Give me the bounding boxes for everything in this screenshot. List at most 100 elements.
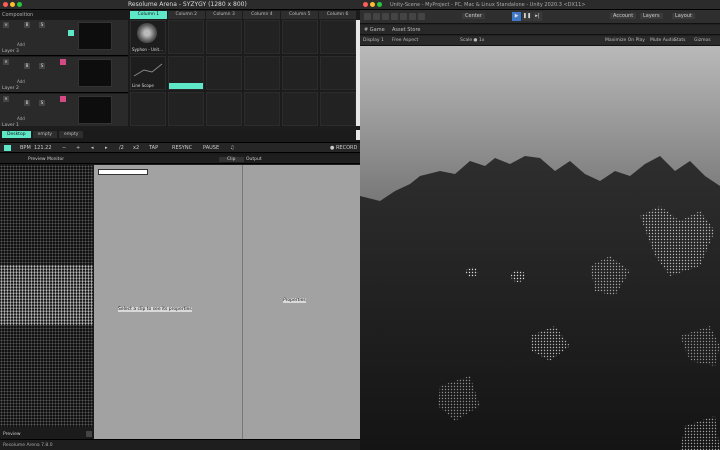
- layer-solo-button[interactable]: S: [39, 63, 45, 69]
- layer-clear-button[interactable]: ✕: [3, 22, 9, 28]
- gizmos-dropdown[interactable]: Gizmos: [694, 38, 711, 43]
- layer-add-label[interactable]: Add: [17, 42, 25, 47]
- clip-slot[interactable]: [282, 56, 318, 90]
- clip-name: Line Scope: [132, 83, 154, 88]
- panel-tabs: Preview Monitor Clip Output: [0, 155, 360, 164]
- play-icon[interactable]: ▶: [512, 12, 522, 21]
- layer-solo-button[interactable]: S: [39, 22, 45, 28]
- pause-icon[interactable]: ❚❚: [522, 12, 532, 21]
- composition-label[interactable]: Composition: [2, 12, 33, 18]
- close-window-button[interactable]: [3, 2, 8, 7]
- column-header-2[interactable]: Column 2: [167, 11, 205, 19]
- game-view[interactable]: [360, 46, 720, 450]
- layer-select-button[interactable]: [68, 30, 74, 36]
- account-dropdown[interactable]: Account: [610, 13, 637, 19]
- mute-audio-toggle[interactable]: Mute Audio: [650, 38, 676, 43]
- layer-name[interactable]: Layer 3: [2, 49, 19, 54]
- scale-tool-icon[interactable]: [391, 13, 398, 20]
- tab-clip[interactable]: Clip: [219, 157, 244, 162]
- layer-bypass-button[interactable]: B: [24, 63, 30, 69]
- move-tool-icon[interactable]: [373, 13, 380, 20]
- minimize-window-button[interactable]: [10, 2, 15, 7]
- layer-clear-button[interactable]: ✕: [3, 96, 9, 102]
- clip-search-field[interactable]: [98, 169, 148, 175]
- layer-record-button[interactable]: [60, 59, 66, 65]
- deck-tab-empty[interactable]: empty: [32, 131, 57, 138]
- layer-solo-button[interactable]: S: [39, 100, 45, 106]
- bpm-increase-button[interactable]: +: [76, 145, 80, 151]
- zoom-window-button[interactable]: [17, 2, 22, 7]
- clip-slot[interactable]: [320, 92, 356, 126]
- layer-name[interactable]: Layer 2: [2, 86, 19, 91]
- deck-tab-empty[interactable]: empty: [59, 131, 84, 138]
- preview-options-button[interactable]: [86, 431, 92, 437]
- clip-slot[interactable]: [244, 92, 280, 126]
- layer-3-panel: ✕ B S Add Layer 3: [0, 20, 128, 56]
- column-header-4[interactable]: Column 4: [243, 11, 281, 19]
- layer-thumbnail: [78, 59, 112, 87]
- scale-slider[interactable]: Scale ● 1x: [460, 38, 484, 43]
- layer-clear-button[interactable]: ✕: [3, 59, 9, 65]
- layer-add-label[interactable]: Add: [17, 79, 25, 84]
- clip-slot[interactable]: [168, 20, 204, 54]
- clip-slot[interactable]: [244, 20, 280, 54]
- layer-add-label[interactable]: Add: [17, 116, 25, 121]
- zoom-window-button[interactable]: [377, 2, 382, 7]
- layer-record-button[interactable]: [60, 96, 66, 102]
- stats-toggle[interactable]: Stats: [674, 38, 686, 43]
- clip-slot[interactable]: [282, 92, 318, 126]
- layer-1-panel: ✕ B S Add Layer 1: [0, 94, 128, 130]
- clip-slot[interactable]: [206, 56, 242, 90]
- maximize-on-play-toggle[interactable]: Maximize On Play: [605, 38, 645, 43]
- layout-dropdown[interactable]: Layout: [672, 13, 695, 19]
- clip-slot[interactable]: [282, 20, 318, 54]
- aspect-dropdown[interactable]: Free Aspect: [392, 38, 418, 43]
- clip-slot[interactable]: [130, 92, 166, 126]
- record-button[interactable]: ● RECORD: [330, 145, 357, 151]
- rect-tool-icon[interactable]: [400, 13, 407, 20]
- column-header-6[interactable]: Column 6: [319, 11, 356, 19]
- clip-slot[interactable]: [206, 20, 242, 54]
- nudge-back-icon[interactable]: ◂: [91, 145, 94, 151]
- deck-tab-desktop[interactable]: Desktop: [2, 131, 31, 138]
- close-window-button[interactable]: [363, 2, 368, 7]
- layers-dropdown[interactable]: Layers: [640, 13, 663, 19]
- layer-bypass-button[interactable]: B: [24, 22, 30, 28]
- rotate-tool-icon[interactable]: [382, 13, 389, 20]
- step-icon[interactable]: ▸|: [532, 12, 542, 21]
- clip-slot[interactable]: Syphon - Unit...: [130, 20, 166, 54]
- clip-panel: Select a clip to see its properties: [94, 165, 242, 439]
- clip-slot[interactable]: [168, 92, 204, 126]
- syphon-dial-icon: [137, 23, 157, 43]
- column-header-5[interactable]: Column 5: [281, 11, 319, 19]
- mountain-silhouette: [360, 156, 720, 450]
- display-dropdown[interactable]: Display 1: [363, 38, 384, 43]
- clip-slot[interactable]: [168, 56, 204, 90]
- metronome-icon[interactable]: ♫: [230, 145, 234, 151]
- clip-slot[interactable]: [320, 56, 356, 90]
- clip-slot[interactable]: [244, 56, 280, 90]
- double-bpm-button[interactable]: x2: [133, 145, 139, 151]
- tap-button[interactable]: TAP: [149, 145, 158, 151]
- pause-button[interactable]: PAUSE: [203, 145, 219, 151]
- transform-tool-icon[interactable]: [409, 13, 416, 20]
- play-controls: ▶ ❚❚ ▸|: [512, 12, 542, 21]
- custom-tool-icon[interactable]: [418, 13, 425, 20]
- clip-slot[interactable]: Line Scope: [130, 56, 166, 90]
- tab-asset-store[interactable]: Asset Store: [392, 27, 420, 33]
- hand-tool-icon[interactable]: [364, 13, 371, 20]
- bpm-value[interactable]: 121.22: [34, 145, 52, 151]
- column-header-3[interactable]: Column 3: [205, 11, 243, 19]
- pivot-center-toggle[interactable]: Center: [462, 13, 485, 19]
- halve-bpm-button[interactable]: /2: [119, 145, 124, 151]
- bpm-decrease-button[interactable]: −: [62, 145, 66, 151]
- tab-game[interactable]: # Game: [364, 27, 385, 33]
- minimize-window-button[interactable]: [370, 2, 375, 7]
- clip-slot[interactable]: [320, 20, 356, 54]
- nudge-forward-icon[interactable]: ▸: [105, 145, 108, 151]
- layer-bypass-button[interactable]: B: [24, 100, 30, 106]
- resync-button[interactable]: RESYNC: [172, 145, 192, 151]
- clip-slot[interactable]: [206, 92, 242, 126]
- column-header-1[interactable]: Column 1: [130, 11, 167, 19]
- tab-output[interactable]: Output: [246, 157, 262, 162]
